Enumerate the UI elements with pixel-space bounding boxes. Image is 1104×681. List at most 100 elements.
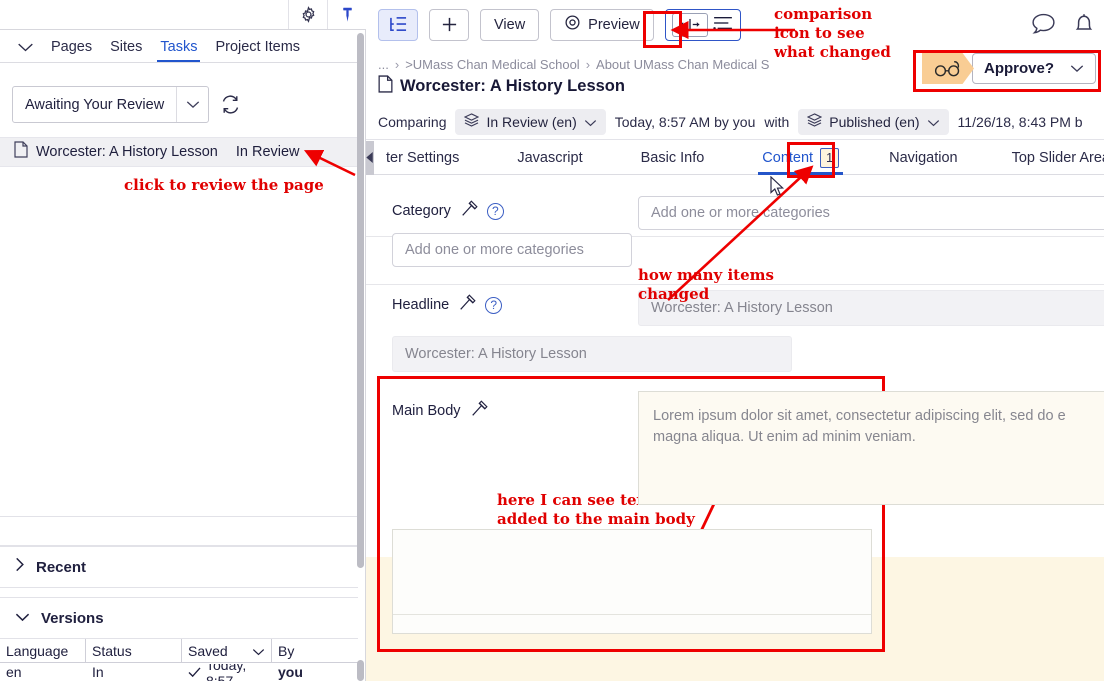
breadcrumb-separator: › — [395, 57, 399, 72]
versions-scrollbar[interactable] — [357, 660, 364, 681]
chevron-down-icon[interactable] — [927, 114, 940, 130]
compare-marker-icon — [470, 400, 488, 422]
document-icon — [14, 141, 28, 163]
section-label-recent: Recent — [36, 559, 86, 576]
category-input-left[interactable]: Add one or more categories — [392, 233, 632, 267]
compare-right-version-label: Published (en) — [829, 114, 919, 130]
bell-icon[interactable] — [1072, 12, 1096, 41]
compare-left-version-select[interactable]: In Review (en) — [455, 109, 605, 135]
annotation-box-approve — [913, 50, 1101, 92]
field-label-category-text: Category — [392, 203, 451, 219]
compare-marker-icon — [460, 200, 478, 222]
tab-javascript[interactable]: Javascript — [505, 141, 594, 175]
compare-marker-icon — [458, 294, 476, 316]
task-filter-value: Awaiting Your Review — [13, 97, 176, 113]
column-header-saved[interactable]: Saved — [182, 639, 272, 663]
sidebar-tab-pages[interactable]: Pages — [42, 35, 101, 62]
field-label-headline: Headline ? — [392, 294, 502, 316]
cell-language: en — [0, 664, 86, 681]
field-label-main-body-text: Main Body — [392, 403, 461, 419]
headline-input-left[interactable]: Worcester: A History Lesson — [392, 336, 792, 372]
sidebar-tabbar: Pages Sites Tasks Project Items — [0, 31, 358, 63]
pin-icon[interactable] — [327, 0, 366, 29]
divider — [0, 516, 358, 517]
cell-saved-text: Today, 8:57 — [206, 664, 272, 681]
chevron-down-icon[interactable] — [584, 114, 597, 130]
compare-left-version-label: In Review (en) — [486, 114, 576, 130]
page-title-text: Worcester: A History Lesson — [400, 77, 625, 96]
field-label-category: Category ? — [392, 200, 504, 222]
annotation-box-comparison-icon — [643, 11, 682, 48]
main-panel: View Preview — [366, 0, 1104, 681]
breadcrumb-item-0[interactable]: >UMass Chan Medical School — [405, 57, 580, 72]
task-list-item[interactable]: Worcester: A History Lesson In Review — [0, 137, 358, 167]
comment-icon[interactable] — [1031, 12, 1056, 41]
sidebar-section-recent[interactable]: Recent — [0, 546, 358, 588]
left-sidebar: Pages Sites Tasks Project Items Awaiting… — [0, 0, 366, 681]
tree-view-icon[interactable] — [378, 9, 418, 41]
tab-top-slider-area[interactable]: Top Slider Area — [1000, 141, 1104, 175]
comparing-label: Comparing — [378, 114, 446, 130]
help-icon[interactable]: ? — [485, 297, 502, 314]
compare-left-meta: Today, 8:57 AM by you — [615, 114, 756, 130]
refresh-icon[interactable] — [219, 94, 241, 116]
cell-by: you — [272, 664, 358, 681]
eye-icon — [564, 14, 581, 35]
sidebar-tab-project-items[interactable]: Project Items — [206, 35, 309, 62]
task-filter-select[interactable]: Awaiting Your Review — [12, 86, 209, 123]
layers-icon — [807, 113, 822, 130]
content-tabstrip: ter Settings Javascript Basic Info Conte… — [366, 141, 1104, 175]
gear-icon[interactable] — [288, 0, 327, 29]
task-filter-group: Awaiting Your Review — [12, 86, 241, 123]
tab-basic-info[interactable]: Basic Info — [629, 141, 717, 175]
cell-status: In — [86, 664, 182, 681]
tab-footer-settings[interactable]: ter Settings — [374, 141, 471, 175]
tab-navigation[interactable]: Navigation — [877, 141, 970, 175]
category-input-right[interactable]: Add one or more categories — [638, 196, 1104, 230]
column-header-by[interactable]: By — [272, 639, 358, 663]
task-list-empty-area — [0, 168, 358, 516]
breadcrumb-item-1[interactable]: About UMass Chan Medical S — [596, 57, 769, 72]
main-body-editor-right[interactable]: Lorem ipsum dolor sit amet, consectetur … — [638, 391, 1104, 487]
help-icon[interactable]: ? — [487, 203, 504, 220]
chevron-down-icon[interactable] — [8, 32, 42, 62]
versions-table-header: Language Status Saved By — [0, 639, 358, 663]
sidebar-tab-tasks[interactable]: Tasks — [151, 35, 206, 62]
preview-button-label: Preview — [588, 17, 640, 33]
tabstrip-scroll-left-icon[interactable] — [366, 141, 374, 175]
breadcrumb-separator: › — [586, 57, 590, 72]
section-label-versions: Versions — [41, 610, 104, 627]
main-body-text-right: Lorem ipsum dolor sit amet, consectetur … — [639, 392, 1104, 448]
main-toolbar: View Preview — [366, 0, 1104, 49]
task-item-status: In Review — [236, 144, 300, 160]
sidebar-scrollbar[interactable] — [357, 33, 364, 568]
toolbar-right-icons — [1031, 12, 1096, 41]
breadcrumb-ellipsis[interactable]: ... — [378, 57, 389, 72]
add-button[interactable] — [429, 9, 469, 41]
sidebar-tab-sites[interactable]: Sites — [101, 35, 151, 62]
field-label-main-body: Main Body — [392, 400, 488, 422]
sidebar-section-versions[interactable]: Versions — [0, 597, 358, 639]
list-detail-icon[interactable] — [712, 15, 734, 35]
column-header-language[interactable]: Language — [0, 639, 86, 663]
compare-with-label: with — [764, 114, 789, 130]
app-root: Pages Sites Tasks Project Items Awaiting… — [0, 0, 1104, 681]
annotation-review-page: click to review the page — [124, 176, 324, 195]
main-body-editor-left[interactable] — [392, 529, 872, 634]
column-header-status[interactable]: Status — [86, 639, 182, 663]
annotation-items-changed: how many items changed — [638, 266, 774, 304]
chevron-right-icon — [15, 557, 25, 577]
view-button[interactable]: View — [480, 9, 539, 41]
compare-right-version-select[interactable]: Published (en) — [798, 109, 948, 135]
annotation-comparison-icon: comparison icon to see what changed — [774, 5, 891, 62]
chevron-down-icon[interactable] — [252, 643, 265, 659]
cell-saved: Today, 8:57 — [182, 664, 272, 681]
chevron-down-icon[interactable] — [176, 87, 208, 122]
chevron-down-icon — [15, 609, 30, 627]
comparison-bar: Comparing In Review (en) Today, 8:57 AM … — [366, 104, 1104, 140]
table-row[interactable]: en In Today, 8:57 you — [0, 664, 358, 681]
main-body-editor-right-footer — [638, 487, 1104, 505]
compare-right-meta: 11/26/18, 8:43 PM b — [958, 114, 1083, 130]
preview-button[interactable]: Preview — [550, 9, 654, 41]
column-header-saved-label: Saved — [188, 643, 228, 659]
